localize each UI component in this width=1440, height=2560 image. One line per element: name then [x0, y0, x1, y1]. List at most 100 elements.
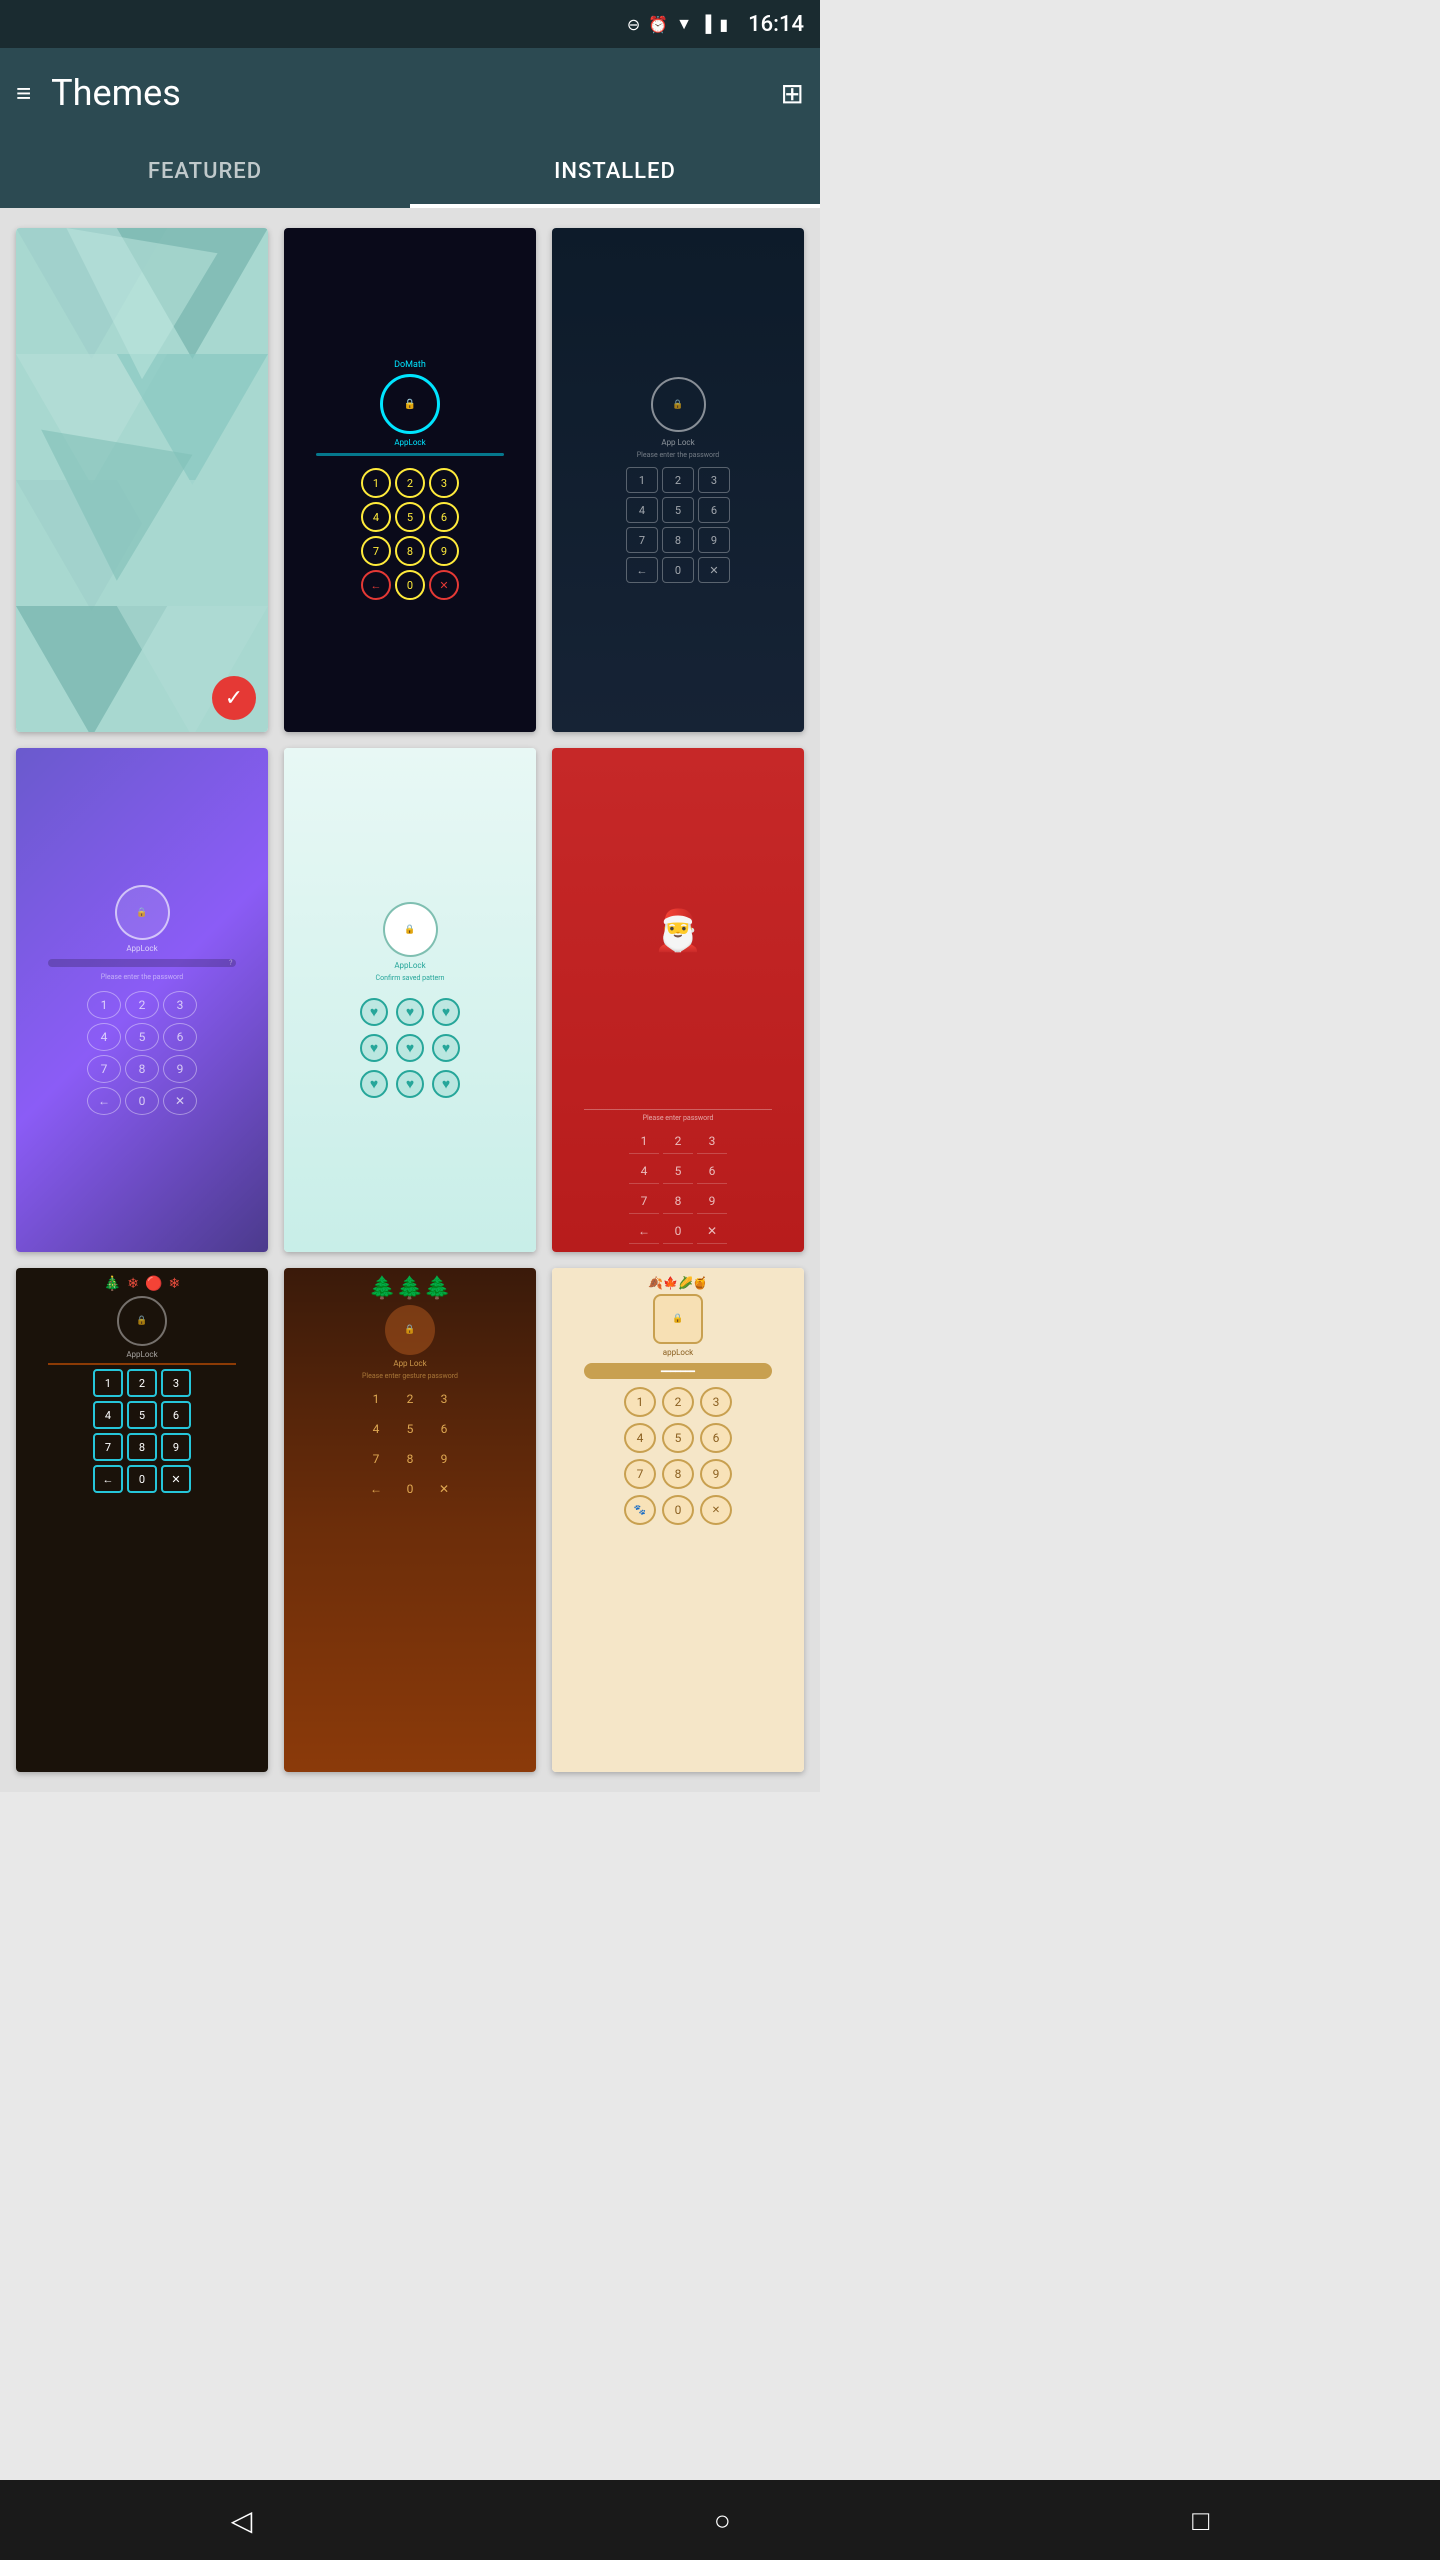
skey-7: 7 [626, 527, 658, 553]
menu-icon[interactable]: ≡ [16, 78, 31, 109]
xkey-back: ← [93, 1465, 123, 1493]
pdot-2 [396, 998, 424, 1026]
akey-9: 9 [700, 1459, 732, 1489]
pkey-1: 1 [87, 991, 121, 1019]
theme-card-9[interactable]: 🍂🍁🌽🍯 🔒 appLock ━━━━━━━ 1 2 3 4 5 6 7 8 9… [552, 1268, 804, 1772]
pkey-3: 3 [163, 991, 197, 1019]
recents-button[interactable]: □ [1192, 2504, 1209, 2537]
skey-8: 8 [662, 527, 694, 553]
xkey-5: 5 [127, 1401, 157, 1429]
skey-5: 5 [662, 497, 694, 523]
status-bar: ⊖ ⏰ ▼ ▐ ▮ 16:14 [0, 0, 820, 48]
theme6-santa: 🎅 [653, 756, 703, 1105]
akey-0: 0 [662, 1495, 694, 1525]
key-5: 5 [395, 502, 425, 532]
key-6: 6 [429, 502, 459, 532]
hkey-4: 4 [361, 1416, 391, 1442]
skey-del: ✕ [698, 557, 730, 583]
xkey-3: 3 [161, 1369, 191, 1397]
back-button[interactable]: ◁ [231, 2504, 253, 2537]
akey-2: 2 [662, 1387, 694, 1417]
xkey-2: 2 [127, 1369, 157, 1397]
key-3: 3 [429, 468, 459, 498]
ckey-back: ← [629, 1218, 659, 1244]
xkey-del: ✕ [161, 1465, 191, 1493]
theme-card-1[interactable]: ✓ [16, 228, 268, 732]
tab-featured[interactable]: FEATURED [0, 138, 410, 208]
battery-icon: ▮ [719, 15, 728, 34]
xkey-4: 4 [93, 1401, 123, 1429]
xkey-9: 9 [161, 1433, 191, 1461]
hkey-5: 5 [395, 1416, 425, 1442]
theme5-pattern [360, 998, 460, 1098]
theme3-keypad: 1 2 3 4 5 6 7 8 9 ← 0 ✕ [626, 467, 730, 583]
tab-installed[interactable]: INSTALLED [410, 138, 820, 208]
ckey-1: 1 [629, 1128, 659, 1154]
crop-icon[interactable]: ⊞ [781, 77, 804, 110]
hkey-6: 6 [429, 1416, 459, 1442]
pdot-9 [432, 1070, 460, 1098]
theme7-keypad: 1 2 3 4 5 6 7 8 9 ← 0 ✕ [93, 1369, 191, 1493]
hkey-0: 0 [395, 1476, 425, 1502]
theme5-logo: 🔒 [383, 902, 438, 957]
theme-card-7[interactable]: 🎄❄🔴❄ 🔒 AppLock 1 2 3 4 5 6 7 8 9 ← 0 ✕ [16, 1268, 268, 1772]
hkey-3: 3 [429, 1386, 459, 1412]
akey-4: 4 [624, 1423, 656, 1453]
ckey-5: 5 [663, 1158, 693, 1184]
skey-9: 9 [698, 527, 730, 553]
theme-card-2[interactable]: DoMath 🔒 AppLock 1 2 3 4 5 6 7 8 9 ← 0 ✕ [284, 228, 536, 732]
ckey-7: 7 [629, 1188, 659, 1214]
skey-4: 4 [626, 497, 658, 523]
pkey-9: 9 [163, 1055, 197, 1083]
theme4-keypad: 1 2 3 4 5 6 7 8 9 ← 0 ✕ [87, 991, 197, 1115]
ckey-2: 2 [663, 1128, 693, 1154]
key-1: 1 [361, 468, 391, 498]
key-9: 9 [429, 536, 459, 566]
pdot-1 [360, 998, 388, 1026]
pkey-back: ← [87, 1087, 121, 1115]
pkey-6: 6 [163, 1023, 197, 1051]
themes-grid: ✓ DoMath 🔒 AppLock 1 2 3 4 5 6 7 8 9 ← 0… [0, 208, 820, 1792]
ckey-3: 3 [697, 1128, 727, 1154]
pdot-8 [396, 1070, 424, 1098]
hkey-1: 1 [361, 1386, 391, 1412]
status-time: 16:14 [748, 12, 804, 37]
tabs-container: FEATURED INSTALLED [0, 138, 820, 208]
pdot-3 [432, 998, 460, 1026]
app-bar: ≡ Themes ⊞ [0, 48, 820, 138]
akey-3: 3 [700, 1387, 732, 1417]
hkey-9: 9 [429, 1446, 459, 1472]
theme2-keypad: 1 2 3 4 5 6 7 8 9 ← 0 ✕ [361, 468, 459, 600]
theme9-leaves: 🍂🍁🌽🍯 [648, 1276, 708, 1290]
theme-card-5[interactable]: 🔒 AppLock Confirm saved pattern [284, 748, 536, 1252]
page-title: Themes [51, 72, 780, 114]
key-7: 7 [361, 536, 391, 566]
pkey-2: 2 [125, 991, 159, 1019]
theme4-logo: 🔒 [115, 885, 170, 940]
pdot-5 [396, 1034, 424, 1062]
key-0: 0 [395, 570, 425, 600]
key-4: 4 [361, 502, 391, 532]
pdot-7 [360, 1070, 388, 1098]
theme-card-4[interactable]: 🔒 AppLock ? Please enter the password 1 … [16, 748, 268, 1252]
theme8-keypad: 1 2 3 4 5 6 7 8 9 ← 0 ✕ [361, 1386, 459, 1502]
theme3-logo: 🔒 [651, 377, 706, 432]
theme-card-6[interactable]: 🎅 Please enter password 1 2 3 4 5 6 7 8 … [552, 748, 804, 1252]
key-8: 8 [395, 536, 425, 566]
key-del: ✕ [429, 570, 459, 600]
skey-6: 6 [698, 497, 730, 523]
akey-6: 6 [700, 1423, 732, 1453]
home-button[interactable]: ○ [714, 2504, 731, 2537]
theme-card-8[interactable]: 🌲🌲🌲 🔒 App Lock Please enter gesture pass… [284, 1268, 536, 1772]
akey-del: ✕ [700, 1495, 732, 1525]
hkey-2: 2 [395, 1386, 425, 1412]
pkey-7: 7 [87, 1055, 121, 1083]
xkey-0: 0 [127, 1465, 157, 1493]
skey-0: 0 [662, 557, 694, 583]
ckey-4: 4 [629, 1158, 659, 1184]
ckey-0: 0 [663, 1218, 693, 1244]
theme-card-3[interactable]: 🔒 App Lock Please enter the password 1 2… [552, 228, 804, 732]
pkey-0: 0 [125, 1087, 159, 1115]
hkey-del: ✕ [429, 1476, 459, 1502]
wifi-icon: ▼ [676, 14, 692, 34]
